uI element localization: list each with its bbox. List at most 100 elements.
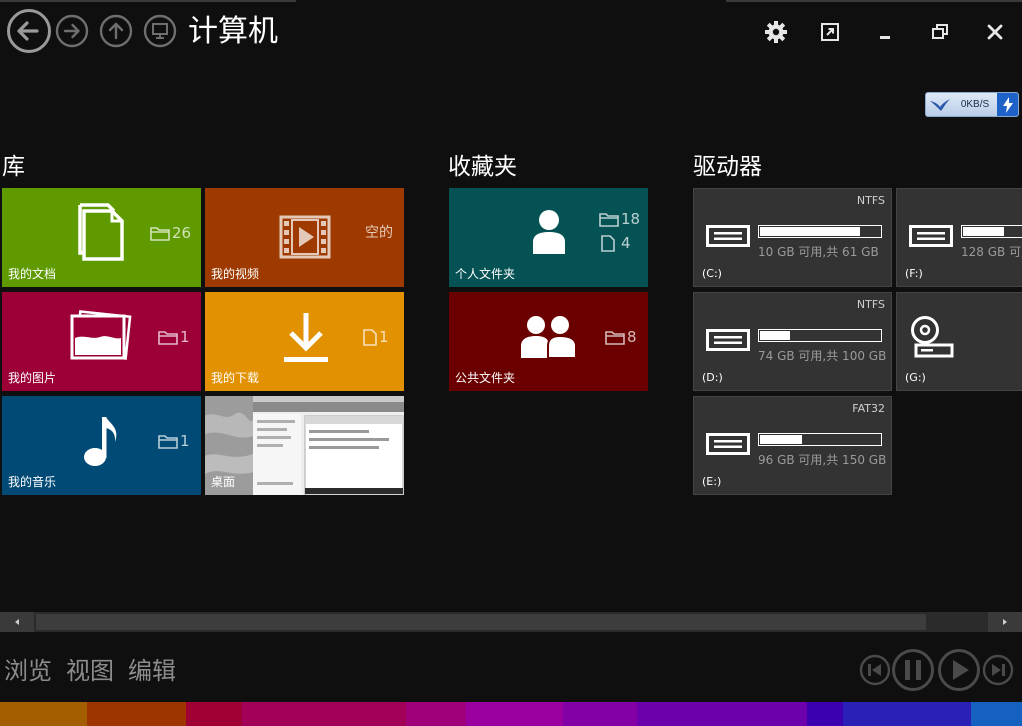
hard-drive-icon [706,329,750,351]
favorites-folder-count: 8 [627,328,637,346]
strip-segment [807,702,843,726]
minimize-icon [880,36,890,39]
back-button[interactable] [6,8,52,54]
favorites-tile-public[interactable]: 8 公共文件夹 [449,292,648,391]
drive-filesystem: NTFS [856,298,885,311]
restore-button[interactable] [923,16,957,48]
strip-segment [186,702,242,726]
favorites-folder-count: 18 [621,210,641,228]
hard-drive-icon [909,225,953,247]
library-section-title: 库 [2,154,25,180]
drive-usage-bar [758,225,882,238]
title-bar-line-right [726,0,1022,2]
external-window-icon [821,23,839,41]
triangle-left-icon [15,619,19,625]
up-button[interactable] [97,12,135,50]
favorites-label: 个人文件夹 [455,267,516,281]
next-button[interactable] [982,654,1014,686]
library-count: 26 [172,224,192,242]
bird-icon [926,93,954,116]
drive-letter: (F:) [905,267,923,280]
drive-letter: (G:) [905,371,926,384]
back-arrow-icon [7,9,51,53]
optical-drive-icon [911,316,954,358]
drive-usage-bar [758,433,882,446]
library-tile-desktop[interactable]: 桌面 [205,396,404,495]
file-icon [363,328,377,346]
drive-usage-fill [760,435,802,444]
library-label: 我的图片 [8,371,57,385]
forward-button[interactable] [53,12,91,50]
network-speed-badge[interactable]: 0KB/S [925,92,1019,117]
triangle-right-icon [1003,619,1007,625]
lightning-icon [997,93,1018,116]
drive-usage-fill [963,227,1004,236]
play-icon [938,649,980,691]
drives-section-title: 驱动器 [693,154,762,180]
drive-tile-c[interactable]: NTFS 10 GB 可用,共 61 GB (C:) [693,188,892,287]
library-label: 我的下载 [211,371,260,385]
person-icon [531,208,567,256]
strip-segment [0,702,87,726]
popout-button[interactable] [813,16,847,48]
strip-segment [843,702,971,726]
strip-segment [971,702,1022,726]
strip-segment [563,702,637,726]
documents-icon [78,203,126,261]
drive-usage-fill [760,227,861,236]
horizontal-scrollbar[interactable] [0,612,1022,632]
scroll-right-button[interactable] [988,612,1022,632]
pause-icon [892,649,934,691]
library-tile-videos[interactable]: 空的 我的视频 [205,188,404,287]
window-title: 计算机 [188,14,278,49]
people-icon [521,314,577,360]
library-tile-music[interactable]: 1 我的音乐 [2,396,201,495]
library-count: 1 [379,328,389,346]
library-tile-downloads[interactable]: 1 我的下载 [205,292,404,391]
drive-tile-f[interactable]: 128 GB 可用 (F:) [896,188,1022,287]
drive-letter: (D:) [702,371,723,384]
drive-tile-e[interactable]: FAT32 96 GB 可用,共 150 GB (E:) [693,396,892,495]
pause-button[interactable] [891,648,935,692]
folder-icon [158,434,178,449]
minimize-button[interactable] [868,16,902,48]
file-icon [601,234,615,252]
color-accent-strip [0,702,1022,726]
tab-view[interactable]: 视图 [66,654,114,688]
close-button[interactable] [978,16,1012,48]
monitor-icon [143,14,177,48]
drive-usage-bar [961,225,1022,238]
drive-space: 10 GB 可用,共 61 GB [758,245,879,259]
library-label: 我的文档 [8,267,57,281]
strip-segment [87,702,186,726]
strip-segment [242,702,406,726]
folder-icon [605,330,625,345]
library-tile-documents[interactable]: 26 我的文档 [2,188,201,287]
favorites-tile-personal[interactable]: 18 4 个人文件夹 [449,188,648,287]
library-count: 1 [180,432,190,450]
play-button[interactable] [937,648,981,692]
forward-arrow-icon [55,14,89,48]
previous-button[interactable] [859,654,891,686]
scroll-left-button[interactable] [0,612,34,632]
strip-segment [406,702,466,726]
folder-icon [150,226,170,241]
library-tile-pictures[interactable]: 1 我的图片 [2,292,201,391]
scroll-thumb[interactable] [36,614,926,630]
library-label: 桌面 [211,475,236,489]
drive-letter: (C:) [702,267,722,280]
hard-drive-icon [706,225,750,247]
hard-drive-icon [706,433,750,455]
drive-filesystem: FAT32 [852,402,885,415]
drive-letter: (E:) [702,475,722,488]
strip-segment [466,702,563,726]
tab-browse[interactable]: 浏览 [4,654,52,688]
drive-tile-d[interactable]: NTFS 74 GB 可用,共 100 GB (D:) [693,292,892,391]
drive-tile-g[interactable]: (G:) [896,292,1022,391]
tab-edit[interactable]: 编辑 [128,654,176,688]
film-icon [279,215,331,259]
settings-button[interactable] [759,16,793,48]
restore-icon [932,24,948,39]
drive-usage-bar [758,329,882,342]
computer-button[interactable] [141,12,179,50]
